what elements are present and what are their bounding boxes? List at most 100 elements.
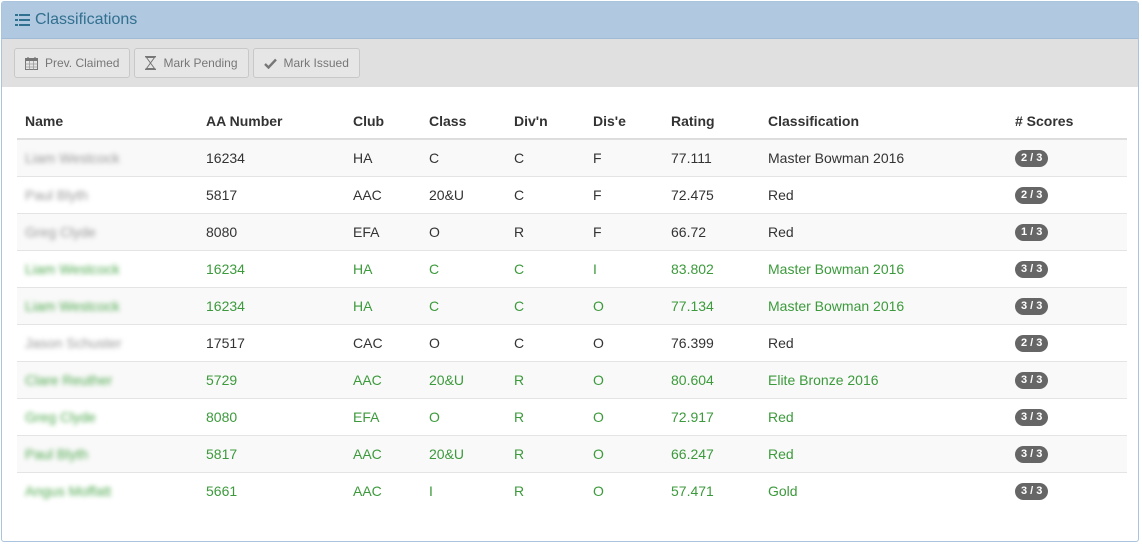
cell-class: O [421,323,506,361]
header-aa-number[interactable]: AA Number [198,104,345,140]
header-class[interactable]: Class [421,104,506,140]
cell-club-text: EFA [353,223,380,240]
cell-scores: 3 / 3 [1007,286,1127,324]
cell-rating: 77.134 [663,286,760,324]
cell-aa-number-text: 8080 [206,223,238,240]
table-row[interactable]: Paul Blyth 5817 AAC 20&U R O 66.247 Red 3 / 3 [17,434,1127,472]
mark-issued-button[interactable]: Mark Issued [252,48,360,78]
cell-club-text: HA [353,149,373,166]
cell-name: Liam Westcock [17,249,198,287]
cell-class-text: 20&U [429,186,465,203]
cell-name-text: Paul Blyth [25,186,89,203]
table-row[interactable]: Greg Clyde 8080 EFA O R F 66.72 Red 1 / 3 [17,212,1127,250]
cell-club: CAC [345,323,421,361]
cell-rating-text: 72.475 [671,186,714,203]
cell-rating-text: 77.134 [671,297,714,314]
cell-club: HA [345,286,421,324]
cell-division: R [506,360,585,398]
cell-class-text: O [429,334,440,351]
table-row[interactable]: Liam Westcock 16234 HA C C I 83.802 Master Bowm… [17,249,1127,287]
cell-discipline: O [585,471,663,509]
cell-class: C [421,249,506,287]
table-row[interactable]: Greg Clyde 8080 EFA O R O 72.917 Red 3 / 3 [17,397,1127,435]
cell-aa-number-text: 17517 [206,334,245,351]
cell-division: R [506,471,585,509]
list-icon [15,14,30,26]
cell-club-text: AAC [353,445,382,462]
table-row[interactable]: Liam Westcock 16234 HA C C F 77.111 Master Bowm… [17,138,1127,176]
cell-name-text: Jason Schuster [25,334,122,351]
cell-club-text: AAC [353,186,382,203]
table-row[interactable]: Paul Blyth 5817 AAC 20&U C F 72.475 Red 2 / 3 [17,175,1127,213]
cell-club-text: CAC [353,334,383,351]
table-row[interactable]: Angus Moffatt 5661 AAC I R O 57.471 Gold 3 / 3 [17,471,1127,509]
cell-class-text: C [429,297,440,314]
cell-rating-text: 57.471 [671,482,714,499]
header-rating[interactable]: Rating [663,104,760,140]
check-icon [263,58,277,69]
cell-class: C [421,286,506,324]
cell-scores: 3 / 3 [1007,360,1127,398]
cell-division-text: R [514,371,525,388]
cell-rating: 72.475 [663,175,760,213]
table-row[interactable]: Liam Westcock 16234 HA C C O 77.134 Master Bowm… [17,286,1127,324]
cell-class-text: 20&U [429,371,465,388]
cell-rating: 66.247 [663,434,760,472]
cell-name-text: Clare Reuther [25,371,113,388]
cell-name-text: Greg Clyde [25,223,96,240]
cell-club-text: AAC [353,371,382,388]
table-row[interactable]: Jason Schuster 17517 CAC O C O 76.399 Red 2 / 3 [17,323,1127,361]
cell-club: EFA [345,212,421,250]
cell-club: AAC [345,175,421,213]
cell-classification: Gold [760,471,1007,509]
cell-division-text: C [514,186,525,203]
cell-scores: 3 / 3 [1007,397,1127,435]
panel-title: Classifications [35,11,138,28]
scores-badge: 3 / 3 [1015,372,1049,389]
header-club[interactable]: Club [345,104,421,140]
prev-claimed-label: Prev. Claimed [45,56,120,70]
cell-aa-number-text: 16234 [206,260,245,277]
cell-discipline: F [585,175,663,213]
prev-claimed-button[interactable]: Prev. Claimed [14,48,131,78]
cell-name: Angus Moffatt [17,471,198,509]
cell-name: Liam Westcock [17,286,198,324]
table-row[interactable]: Clare Reuther 5729 AAC 20&U R O 80.604 Elite Br… [17,360,1127,398]
cell-club-text: HA [353,260,373,277]
mark-pending-label: Mark Pending [163,56,238,70]
cell-aa-number: 5729 [198,360,345,398]
cell-classification-text: Red [768,334,794,351]
cell-rating: 83.802 [663,249,760,287]
cell-division-text: R [514,445,525,462]
cell-scores: 3 / 3 [1007,434,1127,472]
cell-classification-text: Red [768,445,794,462]
table-header-row: Name AA Number Club Class Div'n Dis'e Ra… [17,104,1127,140]
cell-class-text: C [429,149,440,166]
cell-division: C [506,323,585,361]
cell-rating: 72.917 [663,397,760,435]
cell-name-text: Liam Westcock [25,149,120,166]
cell-classification: Master Bowman 2016 [760,286,1007,324]
header-discipline[interactable]: Dis'e [585,104,663,140]
cell-aa-number-text: 16234 [206,149,245,166]
cell-discipline: F [585,212,663,250]
scores-badge: 3 / 3 [1015,483,1049,501]
cell-classification: Red [760,175,1007,213]
cell-classification-text: Master Bowman 2016 [768,297,905,314]
header-classification[interactable]: Classification [760,104,1007,140]
panel-heading: Classifications [2,2,1138,39]
cell-name: Paul Blyth [17,175,198,213]
cell-rating-text: 72.917 [671,408,714,425]
mark-pending-button[interactable]: Mark Pending [134,48,249,78]
cell-name: Clare Reuther [17,360,198,398]
scores-badge: 3 / 3 [1015,261,1049,278]
header-division[interactable]: Div'n [506,104,585,140]
cell-class: 20&U [421,175,506,213]
cell-club: EFA [345,397,421,435]
cell-name: Greg Clyde [17,212,198,250]
header-name[interactable]: Name [17,104,198,140]
cell-rating-text: 80.604 [671,371,714,388]
header-scores[interactable]: # Scores [1007,104,1127,140]
cell-class: O [421,212,506,250]
cell-name: Liam Westcock [17,138,198,176]
